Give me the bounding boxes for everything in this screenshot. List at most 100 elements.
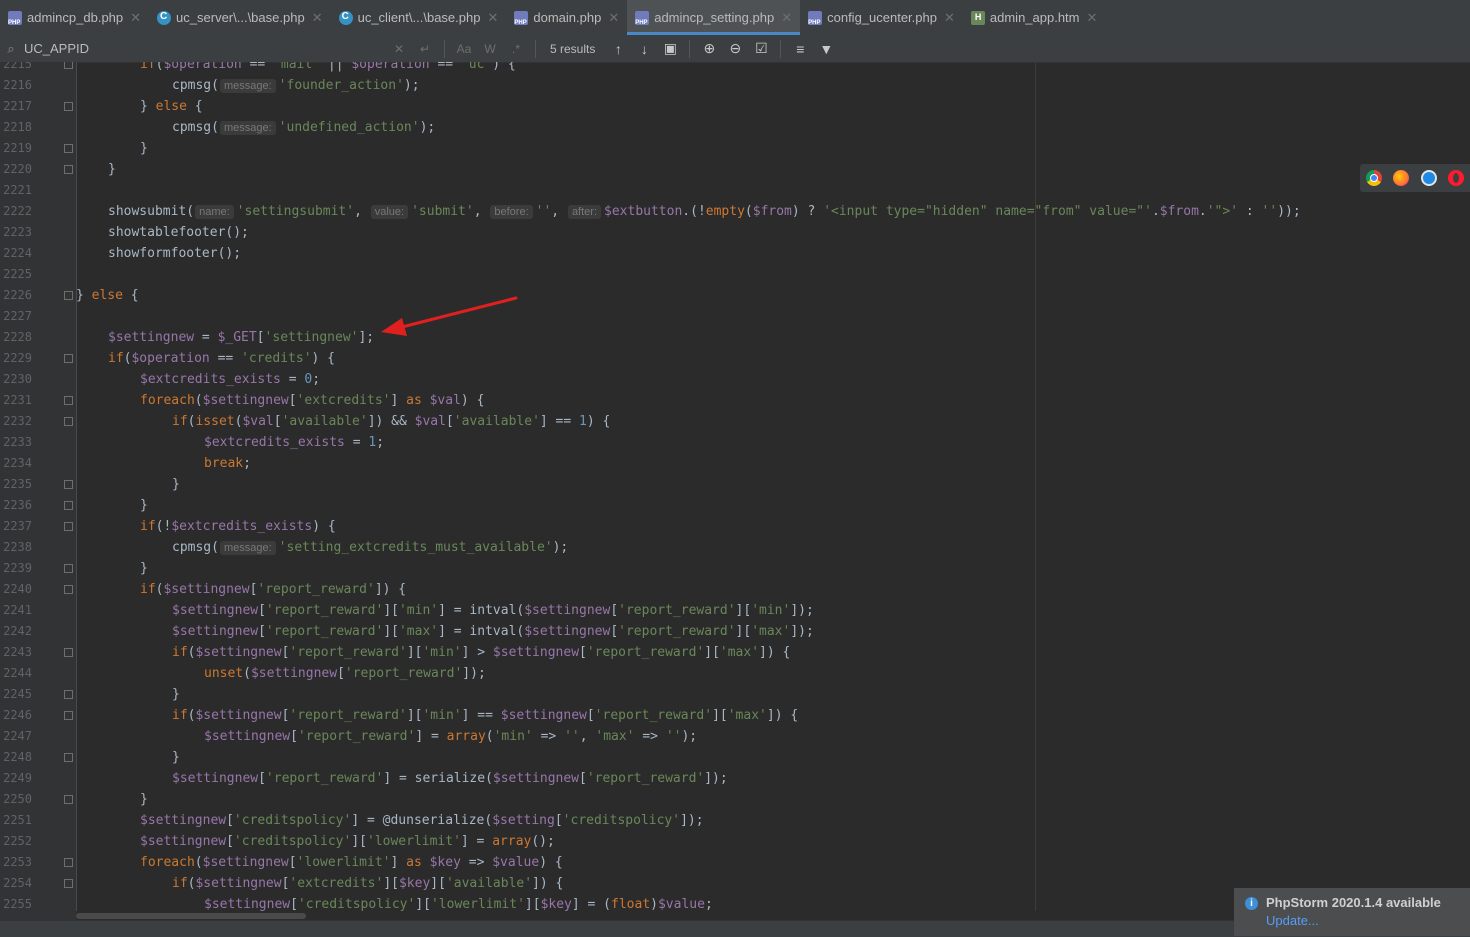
filter-icon[interactable]: ▼ — [813, 41, 839, 57]
find-bar: ⌕ ✕ ↵ Aa W .* 5 results ↑ ↓ ▣ ⊕ ⊖ ☑ ≡ ▼ — [0, 35, 1470, 63]
fold-marker-icon[interactable] — [64, 585, 73, 594]
close-tab-icon[interactable]: ✕ — [487, 10, 498, 26]
code-line[interactable]: 2224 showformfooter(); — [0, 243, 1470, 264]
code-line[interactable]: 2218 cpmsg(message:'undefined_action'); — [0, 117, 1470, 138]
fold-marker-icon[interactable] — [64, 711, 73, 720]
fold-marker-icon[interactable] — [64, 354, 73, 363]
chrome-icon[interactable] — [1365, 170, 1382, 186]
code-line[interactable]: 2250} — [0, 789, 1470, 810]
html-file-icon — [970, 10, 985, 25]
code-line[interactable]: 2225 — [0, 264, 1470, 285]
fold-marker-icon[interactable] — [64, 522, 73, 531]
add-occurrence-icon[interactable]: ⊕ — [696, 40, 722, 57]
previous-occurrence-icon[interactable]: ↑ — [605, 41, 631, 57]
code-line[interactable]: 2238 cpmsg(message:'setting_extcredits_mu… — [0, 537, 1470, 558]
editor-tab[interactable]: uc_client\...\base.php ✕ — [331, 0, 507, 35]
search-input[interactable] — [22, 40, 386, 57]
code-line[interactable]: 2247 $settingnew['report_reward'] = array… — [0, 726, 1470, 747]
fold-marker-icon[interactable] — [64, 753, 73, 762]
code-line[interactable]: 2249 $settingnew['report_reward'] = seria… — [0, 768, 1470, 789]
update-link[interactable]: Update... — [1266, 913, 1319, 928]
code-line[interactable]: 2228 $settingnew = $_GET['settingnew']; — [0, 327, 1470, 348]
code-line[interactable]: 2234 break; — [0, 453, 1470, 474]
match-case-button[interactable]: Aa — [451, 42, 477, 56]
new-line-icon[interactable]: ↵ — [412, 42, 438, 56]
code-line[interactable]: 2243 if($settingnew['report_reward']['min… — [0, 642, 1470, 663]
code-editor[interactable]: 2215 if($operation == 'mail' || $operatio… — [0, 62, 1470, 920]
close-tab-icon[interactable]: ✕ — [608, 10, 619, 26]
code-line[interactable]: 2217} else { — [0, 96, 1470, 117]
code-line[interactable]: 2227 — [0, 306, 1470, 327]
tab-label: admincp_db.php — [27, 10, 124, 25]
fold-marker-icon[interactable] — [64, 480, 73, 489]
regex-button[interactable]: .* — [503, 42, 529, 56]
code-line[interactable]: 2235} — [0, 474, 1470, 495]
fold-marker-icon[interactable] — [64, 291, 73, 300]
fold-marker-icon[interactable] — [64, 501, 73, 510]
code-line[interactable]: 2245} — [0, 684, 1470, 705]
code-line[interactable]: 2240 if($settingnew['report_reward']) { — [0, 579, 1470, 600]
line-number: 2230 — [3, 372, 32, 386]
clear-search-icon[interactable]: ✕ — [386, 42, 412, 56]
opera-icon[interactable] — [1448, 170, 1465, 186]
editor-tab[interactable]: admincp_db.php ✕ — [0, 0, 149, 35]
close-tab-icon[interactable]: ✕ — [1087, 10, 1098, 26]
close-tab-icon[interactable]: ✕ — [312, 10, 323, 26]
code-line[interactable]: 2222 showsubmit(name:'settingsubmit', val… — [0, 201, 1470, 222]
fold-marker-icon[interactable] — [64, 417, 73, 426]
fold-marker-icon[interactable] — [64, 102, 73, 111]
editor-tab[interactable]: uc_server\...\base.php ✕ — [149, 0, 331, 35]
code-text: showsubmit(name:'settingsubmit', value: '… — [108, 204, 1301, 219]
editor-tab[interactable]: config_ucenter.php ✕ — [800, 0, 963, 35]
code-line[interactable]: 2253 foreach($settingnew['lowerlimit'] as… — [0, 852, 1470, 873]
search-options-icon[interactable]: ≡ — [787, 41, 813, 57]
code-line[interactable]: 2220} — [0, 159, 1470, 180]
scrollbar-thumb[interactable] — [76, 913, 306, 919]
code-line[interactable]: 2237 if(!$extcredits_exists) { — [0, 516, 1470, 537]
remove-occurrence-icon[interactable]: ⊖ — [722, 40, 748, 57]
code-line[interactable]: 2252 $settingnew['creditspolicy']['lowerl… — [0, 831, 1470, 852]
close-tab-icon[interactable]: ✕ — [130, 10, 141, 26]
fold-marker-icon[interactable] — [64, 396, 73, 405]
fold-marker-icon[interactable] — [64, 795, 73, 804]
code-line[interactable]: 2248} — [0, 747, 1470, 768]
fold-marker-icon[interactable] — [64, 144, 73, 153]
editor-tab[interactable]: domain.php ✕ — [506, 0, 627, 35]
code-line[interactable]: 2239} — [0, 558, 1470, 579]
fold-marker-icon[interactable] — [64, 879, 73, 888]
show-in-window-icon[interactable]: ▣ — [657, 40, 683, 57]
code-line[interactable]: 2242 $settingnew['report_reward']['max'] … — [0, 621, 1470, 642]
fold-marker-icon[interactable] — [64, 165, 73, 174]
code-line[interactable]: 2236} — [0, 495, 1470, 516]
fold-marker-icon[interactable] — [64, 648, 73, 657]
code-line[interactable]: 2244 unset($settingnew['report_reward']); — [0, 663, 1470, 684]
code-line[interactable]: 2229 if($operation == 'credits') { — [0, 348, 1470, 369]
fold-marker-icon[interactable] — [64, 564, 73, 573]
code-line[interactable]: 2223 showtablefooter(); — [0, 222, 1470, 243]
firefox-icon[interactable] — [1393, 170, 1410, 186]
code-line[interactable]: 2251 $settingnew['creditspolicy'] = @duns… — [0, 810, 1470, 831]
fold-marker-icon[interactable] — [64, 858, 73, 867]
fold-marker-icon[interactable] — [64, 690, 73, 699]
code-line[interactable]: 2232 if(isset($val['available']) && $val[… — [0, 411, 1470, 432]
code-line[interactable]: 2241 $settingnew['report_reward']['min'] … — [0, 600, 1470, 621]
select-all-occurrences-icon[interactable]: ☑ — [748, 40, 774, 57]
code-line[interactable]: 2226} else { — [0, 285, 1470, 306]
editor-tab[interactable]: admin_app.htm ✕ — [963, 0, 1106, 35]
next-occurrence-icon[interactable]: ↓ — [631, 41, 657, 57]
code-line[interactable]: 2233 $extcredits_exists = 1; — [0, 432, 1470, 453]
close-tab-icon[interactable]: ✕ — [781, 10, 792, 26]
editor-tab[interactable]: admincp_setting.php ✕ — [627, 0, 801, 35]
safari-icon[interactable] — [1420, 170, 1437, 186]
code-line[interactable]: 2216 cpmsg(message:'founder_action'); — [0, 75, 1470, 96]
code-line[interactable]: 2219} — [0, 138, 1470, 159]
search-icon[interactable]: ⌕ — [0, 41, 22, 57]
code-line[interactable]: 2231 foreach($settingnew['extcredits'] as… — [0, 390, 1470, 411]
close-tab-icon[interactable]: ✕ — [944, 10, 955, 26]
code-line[interactable]: 2221 — [0, 180, 1470, 201]
code-line[interactable]: 2246 if($settingnew['report_reward']['min… — [0, 705, 1470, 726]
code-line[interactable]: 2215 if($operation == 'mail' || $operatio… — [0, 62, 1470, 75]
fold-marker-icon[interactable] — [64, 62, 73, 69]
code-line[interactable]: 2230 $extcredits_exists = 0; — [0, 369, 1470, 390]
words-button[interactable]: W — [477, 42, 503, 56]
